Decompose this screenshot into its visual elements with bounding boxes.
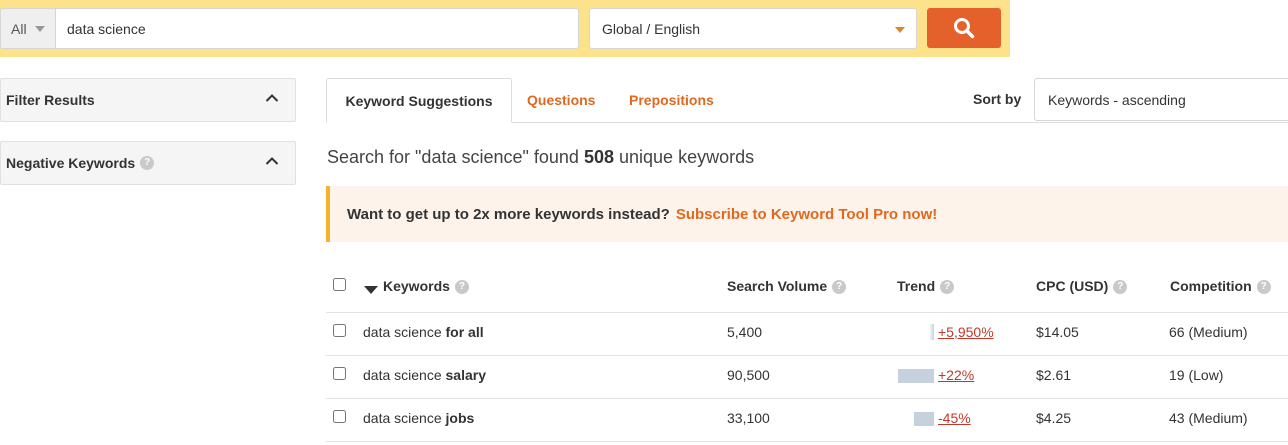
header-search-volume[interactable]: Search Volume?: [727, 278, 847, 295]
keyword-base: data science: [363, 324, 442, 340]
negative-keywords-label: Negative Keywords: [6, 155, 136, 171]
keyword-cell[interactable]: data science salary: [363, 367, 486, 383]
tab-prepositions[interactable]: Prepositions: [629, 78, 714, 122]
cpc-cell: $14.05: [1036, 324, 1079, 340]
search-icon: [954, 18, 975, 39]
help-icon[interactable]: ?: [1256, 280, 1271, 295]
result-summary: Search for "data science" found 508 uniq…: [327, 147, 754, 168]
sort-select[interactable]: Keywords - ascending: [1034, 78, 1288, 121]
row-checkbox[interactable]: [333, 367, 346, 380]
competition-cell: 43 (Medium): [1169, 410, 1248, 426]
help-icon[interactable]: ?: [940, 280, 955, 295]
sort-label: Sort by: [973, 91, 1022, 107]
upgrade-banner: Want to get up to 2x more keywords inste…: [326, 186, 1288, 242]
tab-label: Prepositions: [629, 92, 714, 108]
header-competition[interactable]: Competition?: [1170, 278, 1271, 295]
cpc-cell: $2.61: [1036, 367, 1072, 383]
header-cpc[interactable]: CPC (USD)?: [1036, 278, 1128, 295]
help-icon[interactable]: ?: [140, 156, 155, 170]
sort-down-icon[interactable]: [364, 281, 378, 297]
table-row: data science salary 90,500 +22% $2.61 19 (Lo…: [326, 356, 1288, 399]
search-volume-cell: 90,500: [727, 367, 770, 383]
trend-bar: [898, 369, 934, 383]
chevron-up-icon[interactable]: [265, 93, 279, 103]
locale-label: Global / English: [602, 20, 701, 37]
header-keywords-label: Keywords: [383, 278, 450, 294]
locale-select[interactable]: Global / English: [589, 8, 917, 49]
search-volume-cell: 33,100: [727, 410, 770, 426]
help-icon[interactable]: ?: [454, 280, 469, 295]
summary-prefix: Search for "data science" found: [327, 147, 579, 167]
competition-cell: 66 (Medium): [1169, 324, 1248, 340]
chevron-up-icon[interactable]: [265, 156, 279, 166]
search-button[interactable]: [927, 8, 1001, 48]
negative-keywords-panel[interactable]: Negative Keywords ?: [0, 141, 296, 185]
tab-label: Keyword Suggestions: [345, 92, 493, 109]
caret-down-icon: [895, 27, 905, 33]
subscribe-link[interactable]: Subscribe to Keyword Tool Pro now!: [676, 206, 937, 223]
search-bar: All Global / English: [0, 0, 1010, 57]
keyword-cell[interactable]: data science for all: [363, 324, 484, 340]
trend-bar: [930, 324, 934, 340]
summary-suffix: unique keywords: [619, 147, 755, 167]
row-checkbox[interactable]: [333, 410, 346, 423]
filter-results-panel[interactable]: Filter Results: [0, 78, 296, 122]
header-trend-label: Trend: [897, 278, 936, 294]
cpc-cell: $4.25: [1036, 410, 1072, 426]
trend-link[interactable]: -45%: [938, 410, 971, 426]
select-all-checkbox[interactable]: [333, 278, 346, 291]
header-search-volume-label: Search Volume: [727, 278, 828, 294]
keyword-cell[interactable]: data science jobs: [363, 410, 474, 426]
table-row: data science jobs 33,100 -45% $4.25 43 (Medi…: [326, 399, 1288, 442]
trend-link[interactable]: +22%: [938, 367, 974, 383]
search-scope-select[interactable]: All: [0, 8, 55, 49]
search-volume-cell: 5,400: [727, 324, 763, 340]
help-icon[interactable]: ?: [1113, 280, 1128, 295]
trend-sparkline: [898, 410, 934, 426]
tab-questions[interactable]: Questions: [527, 78, 595, 122]
help-icon[interactable]: ?: [832, 280, 847, 295]
header-keywords[interactable]: Keywords?: [383, 278, 469, 295]
table-header: Keywords? Search Volume? Trend? CPC (USD…: [326, 264, 1288, 313]
trend-sparkline: [898, 324, 934, 340]
keyword-base: data science: [363, 367, 442, 383]
search-input[interactable]: [55, 8, 579, 49]
filter-results-label: Filter Results: [6, 92, 95, 108]
keyword-base: data science: [363, 410, 442, 426]
header-competition-label: Competition: [1170, 278, 1252, 294]
row-checkbox[interactable]: [333, 324, 346, 337]
table-row: data science for all 5,400 +5,950% $14.05 66…: [326, 313, 1288, 356]
tab-label: Questions: [527, 92, 596, 108]
search-scope-label: All: [11, 20, 27, 37]
trend-sparkline: [898, 367, 934, 383]
tab-keyword-suggestions[interactable]: Keyword Suggestions: [326, 78, 512, 123]
trend-link[interactable]: +5,950%: [938, 324, 994, 340]
sort-value: Keywords - ascending: [1048, 91, 1186, 108]
result-count: 508: [583, 147, 614, 167]
promo-text: Want to get up to 2x more keywords inste…: [347, 205, 670, 223]
keyword-suffix: salary: [445, 367, 486, 383]
keyword-suffix: for all: [445, 324, 484, 340]
trend-bar: [914, 412, 934, 426]
header-cpc-label: CPC (USD): [1036, 278, 1109, 294]
keyword-suffix: jobs: [445, 410, 475, 426]
header-trend[interactable]: Trend?: [897, 278, 955, 295]
competition-cell: 19 (Low): [1169, 367, 1224, 383]
caret-down-icon: [34, 25, 45, 32]
